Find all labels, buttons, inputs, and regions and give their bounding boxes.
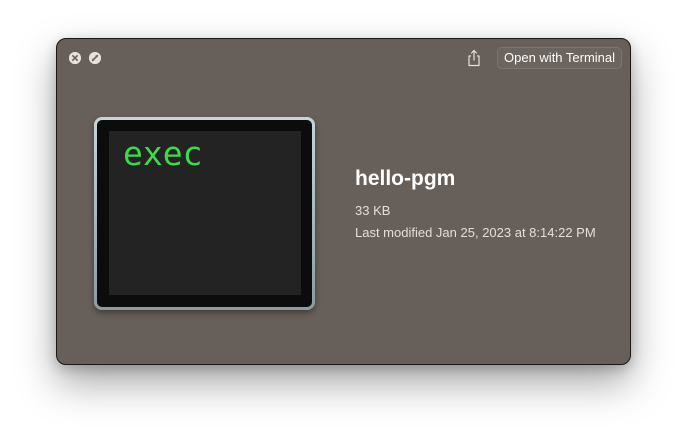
quick-look-window: Open with Terminal exec hello-pgm 33 KB … [56, 38, 631, 365]
share-icon[interactable] [466, 49, 482, 67]
file-size: 33 KB [355, 203, 391, 218]
terminal-screen: exec [109, 131, 301, 295]
open-with-terminal-button[interactable]: Open with Terminal [497, 47, 623, 69]
last-modified: Last modified Jan 25, 2023 at 8:14:22 PM [355, 225, 596, 240]
close-icon[interactable] [69, 52, 81, 64]
terminal-bezel: exec [97, 120, 312, 307]
fullscreen-icon[interactable] [89, 52, 101, 64]
file-icon: exec [94, 117, 315, 310]
exec-label: exec [123, 134, 203, 173]
file-name: hello-pgm [355, 167, 456, 190]
